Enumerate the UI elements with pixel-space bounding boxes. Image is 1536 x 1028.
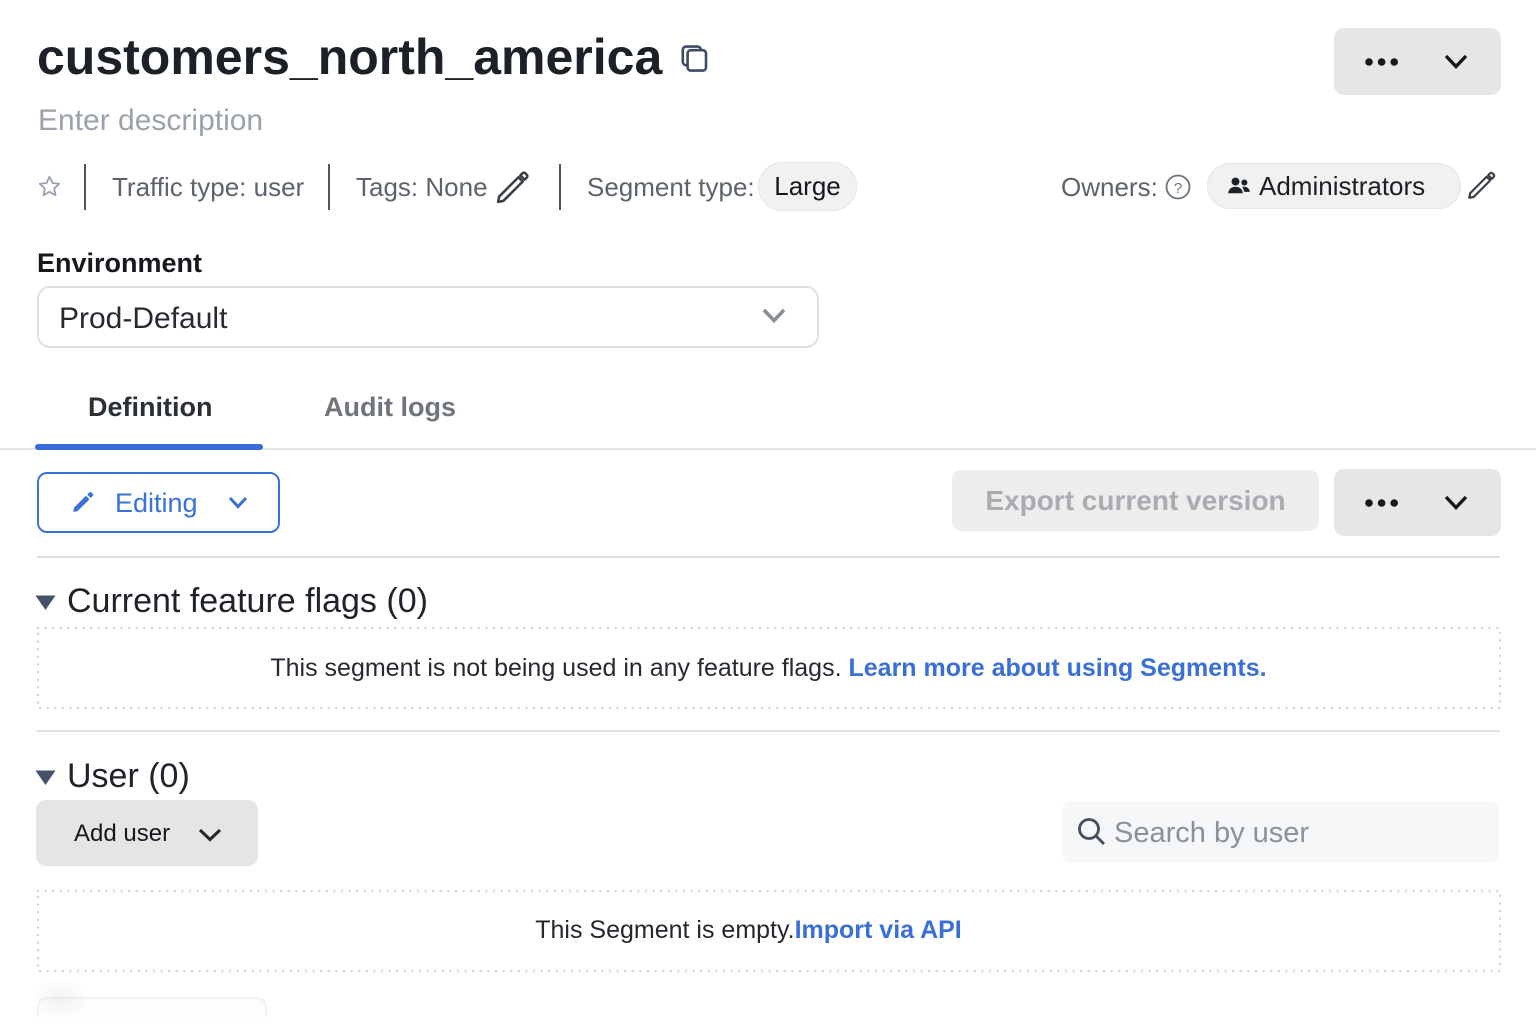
svg-text:?: ?: [1174, 180, 1182, 197]
